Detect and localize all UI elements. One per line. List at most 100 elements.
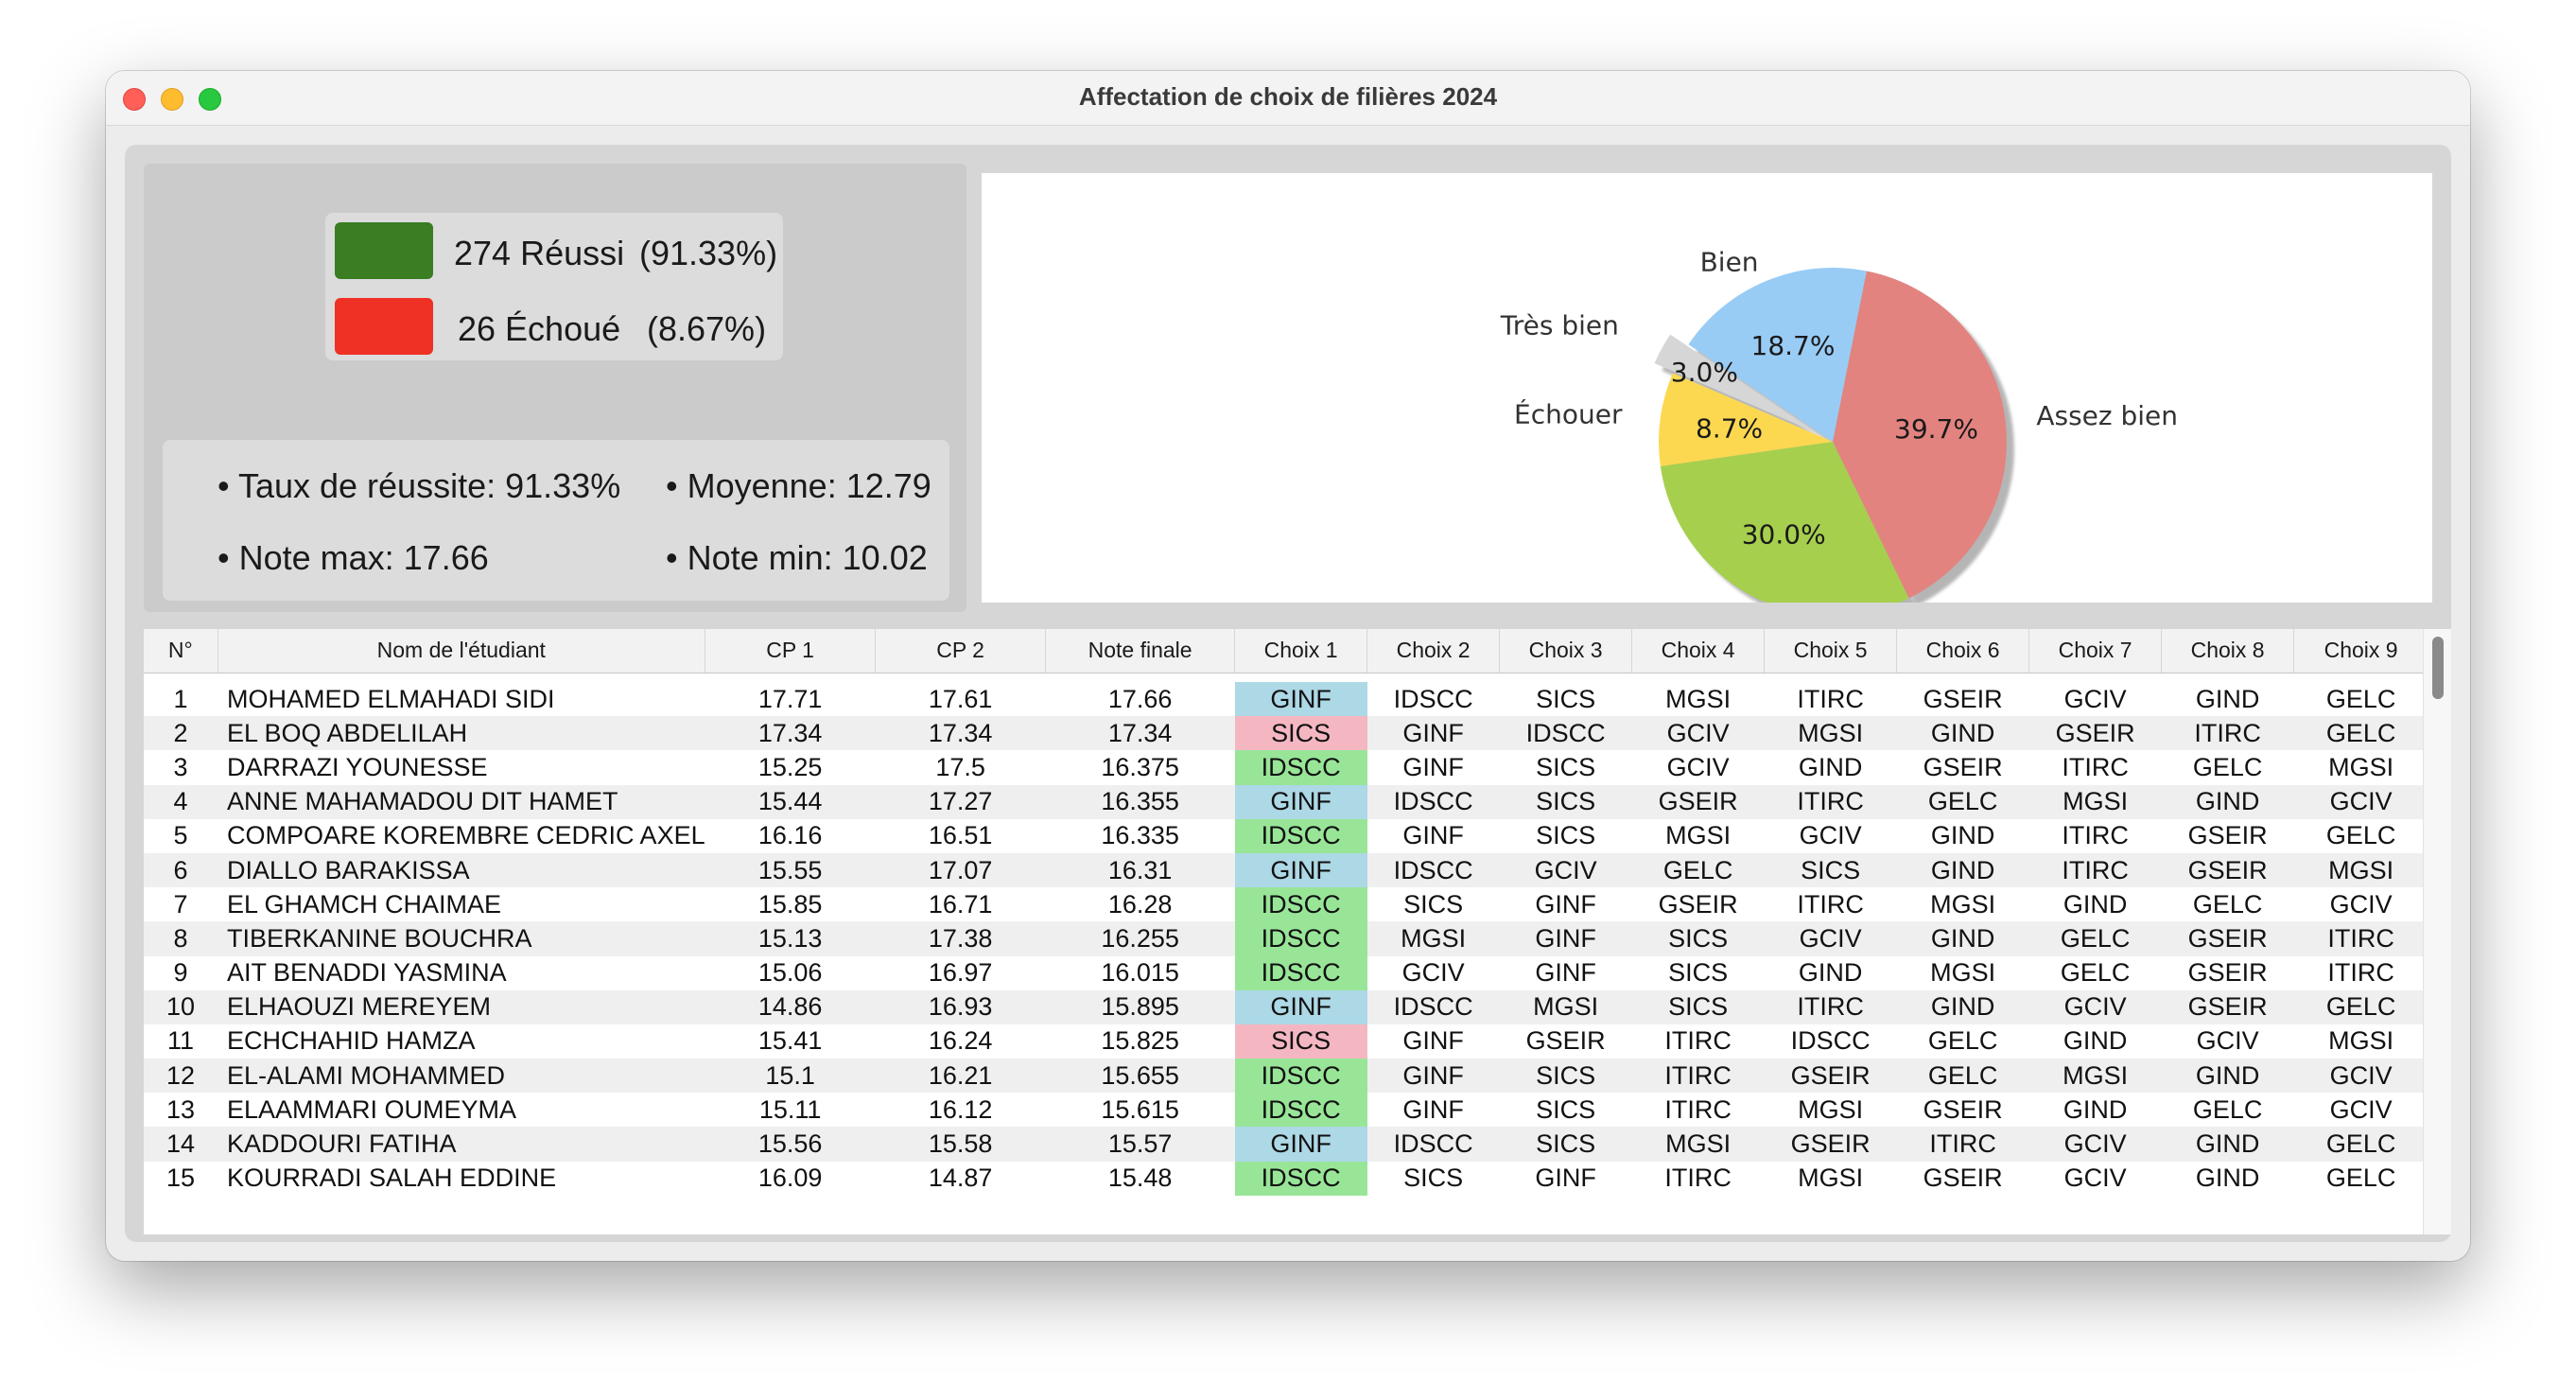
table-cell[interactable]: MGSI	[1897, 887, 2029, 921]
table-cell[interactable]: 17.71	[705, 682, 876, 716]
table-cell[interactable]: MGSI	[1632, 682, 1765, 716]
table-cell[interactable]: GCIV	[2293, 1059, 2428, 1094]
table-cell[interactable]: GIND	[1896, 716, 2029, 751]
table-cell[interactable]: GIND	[2161, 1059, 2294, 1094]
table-cell[interactable]: 17.38	[875, 921, 1046, 956]
choix1-cell[interactable]: IDSCC	[1234, 955, 1367, 990]
table-cell[interactable]: 15.25	[705, 750, 876, 784]
table-cell[interactable]: 15.1	[705, 1059, 876, 1094]
table-cell[interactable]: 17.5	[876, 750, 1046, 784]
table-cell[interactable]: GIND	[2029, 1093, 2162, 1127]
table-cell[interactable]: IDSCC	[1366, 852, 1500, 888]
table-cell[interactable]: IDSCC	[1499, 716, 1632, 751]
table-cell[interactable]: ITIRC	[2029, 750, 2162, 784]
table-cell[interactable]: GINF	[1367, 819, 1500, 853]
choix1-cell[interactable]: SICS	[1234, 716, 1367, 751]
student-name-cell[interactable]: EL-ALAMI MOHAMMED	[218, 1059, 705, 1094]
student-name-cell[interactable]: DARRAZI YOUNESSE	[218, 750, 705, 784]
table-cell[interactable]: GCIV	[2162, 1024, 2294, 1059]
table-cell[interactable]: GCIV	[1631, 716, 1765, 751]
choix1-cell[interactable]: GINF	[1234, 682, 1367, 717]
table-cell[interactable]: GCIV	[2028, 1127, 2162, 1162]
table-cell[interactable]: GINF	[1366, 716, 1500, 751]
table-cell[interactable]: GELC	[2028, 921, 2162, 956]
choix1-cell[interactable]: SICS	[1234, 1024, 1367, 1059]
table-cell[interactable]: ITIRC	[1765, 887, 1897, 921]
table-cell[interactable]: 16.16	[705, 819, 876, 853]
table-cell[interactable]: GSEIR	[1897, 682, 2029, 716]
table-cell[interactable]: 17.61	[876, 682, 1046, 716]
table-cell[interactable]: 16.355	[1045, 784, 1235, 819]
table-cell[interactable]: GSEIR	[1500, 1024, 1632, 1059]
table-cell[interactable]: MGSI	[1765, 1093, 1897, 1127]
table-row[interactable]: 13 ELAAMMARI OUMEYMA 15.11 16.12 15.615 IDSCC…	[144, 1093, 2428, 1128]
table-row[interactable]: 5 COMPOARE KOREMBRE CEDRIC AXEL 16.16 16.51…	[144, 818, 2428, 853]
table-cell[interactable]: SICS	[1764, 852, 1897, 888]
table-cell[interactable]: SICS	[1367, 1162, 1500, 1196]
student-name-cell[interactable]: DIALLO BARAKISSA	[218, 852, 705, 888]
student-name-cell[interactable]: MOHAMED ELMAHADI SIDI	[218, 682, 705, 716]
choix1-cell[interactable]: GINF	[1234, 1127, 1367, 1162]
table-cell[interactable]: GIND	[1765, 956, 1897, 990]
table-cell[interactable]: GELC	[2293, 1127, 2428, 1162]
table-cell[interactable]: GSEIR	[2161, 921, 2294, 956]
table-cell[interactable]: GCIV	[1765, 819, 1897, 853]
table-cell[interactable]: IDSCC	[1367, 682, 1500, 716]
column-header[interactable]: CP 2	[875, 629, 1047, 674]
table-cell[interactable]: MGSI	[2293, 852, 2428, 888]
table-cell[interactable]: GIND	[2029, 887, 2162, 921]
table-cell[interactable]: 16.51	[876, 819, 1046, 853]
table-cell[interactable]: GELC	[2162, 750, 2294, 784]
student-name-cell[interactable]: TIBERKANINE BOUCHRA	[218, 921, 705, 956]
table-row[interactable]: 4 ANNE MAHAMADOU DIT HAMET 15.44 17.27 16.35…	[144, 784, 2428, 819]
table-cell[interactable]: 15.11	[705, 1093, 876, 1127]
column-header[interactable]: Choix 6	[1896, 629, 2030, 674]
table-cell[interactable]: IDSCC	[1366, 784, 1500, 819]
table-cell[interactable]: GELC	[2294, 819, 2428, 853]
table-cell[interactable]: 16.28	[1046, 887, 1235, 921]
table-cell[interactable]: 16.24	[876, 1024, 1046, 1059]
table-cell[interactable]: 16.71	[876, 887, 1046, 921]
student-name-cell[interactable]: KOURRADI SALAH EDDINE	[218, 1162, 705, 1196]
table-cell[interactable]: GIND	[1896, 852, 2029, 888]
table-cell[interactable]: 10	[144, 989, 218, 1024]
table-cell[interactable]: ITIRC	[1632, 1093, 1765, 1127]
table-cell[interactable]: 15	[144, 1162, 218, 1196]
scrollbar-thumb[interactable]	[2432, 637, 2444, 699]
table-cell[interactable]: GIND	[1765, 750, 1897, 784]
table-cell[interactable]: MGSI	[1366, 921, 1500, 956]
table-cell[interactable]: 16.09	[705, 1162, 876, 1196]
table-cell[interactable]: GINF	[1500, 956, 1632, 990]
table-cell[interactable]: SICS	[1631, 921, 1765, 956]
table-cell[interactable]: 15.48	[1046, 1162, 1235, 1196]
table-cell[interactable]: 16.21	[875, 1059, 1046, 1094]
table-cell[interactable]: 2	[144, 716, 218, 751]
table-cell[interactable]: SICS	[1499, 1127, 1632, 1162]
table-cell[interactable]: IDSCC	[1366, 989, 1500, 1024]
table-cell[interactable]: 17.34	[875, 716, 1046, 751]
table-cell[interactable]: 9	[144, 956, 218, 990]
table-cell[interactable]: MGSI	[1631, 1127, 1765, 1162]
table-cell[interactable]: SICS	[1500, 682, 1632, 716]
table-cell[interactable]: 15.44	[705, 784, 876, 819]
table-row[interactable]: 2 EL BOQ ABDELILAH 17.34 17.34 17.34 SICS GINF…	[144, 716, 2428, 751]
table-cell[interactable]: ITIRC	[2293, 921, 2428, 956]
table-cell[interactable]: 5	[144, 819, 218, 853]
table-cell[interactable]: GIND	[1896, 921, 2029, 956]
column-header[interactable]: Choix 3	[1499, 629, 1633, 674]
table-cell[interactable]: GIND	[2161, 784, 2294, 819]
student-name-cell[interactable]: ECHCHAHID HAMZA	[218, 1024, 705, 1059]
table-cell[interactable]: 14	[144, 1127, 218, 1162]
student-name-cell[interactable]: AIT BENADDI YASMINA	[218, 956, 705, 990]
choix1-cell[interactable]: IDSCC	[1234, 1093, 1367, 1128]
table-cell[interactable]: 11	[144, 1024, 218, 1059]
choix1-cell[interactable]: IDSCC	[1234, 1059, 1367, 1094]
table-cell[interactable]: GINF	[1367, 750, 1500, 784]
table-cell[interactable]: 15.615	[1046, 1093, 1235, 1127]
vertical-scrollbar[interactable]	[2423, 629, 2451, 1234]
table-cell[interactable]: GCIV	[1499, 852, 1632, 888]
table-cell[interactable]: GIND	[1897, 819, 2029, 853]
table-cell[interactable]: GINF	[1499, 921, 1632, 956]
table-cell[interactable]: 15.655	[1045, 1059, 1235, 1094]
table-cell[interactable]: 15.58	[875, 1127, 1046, 1162]
